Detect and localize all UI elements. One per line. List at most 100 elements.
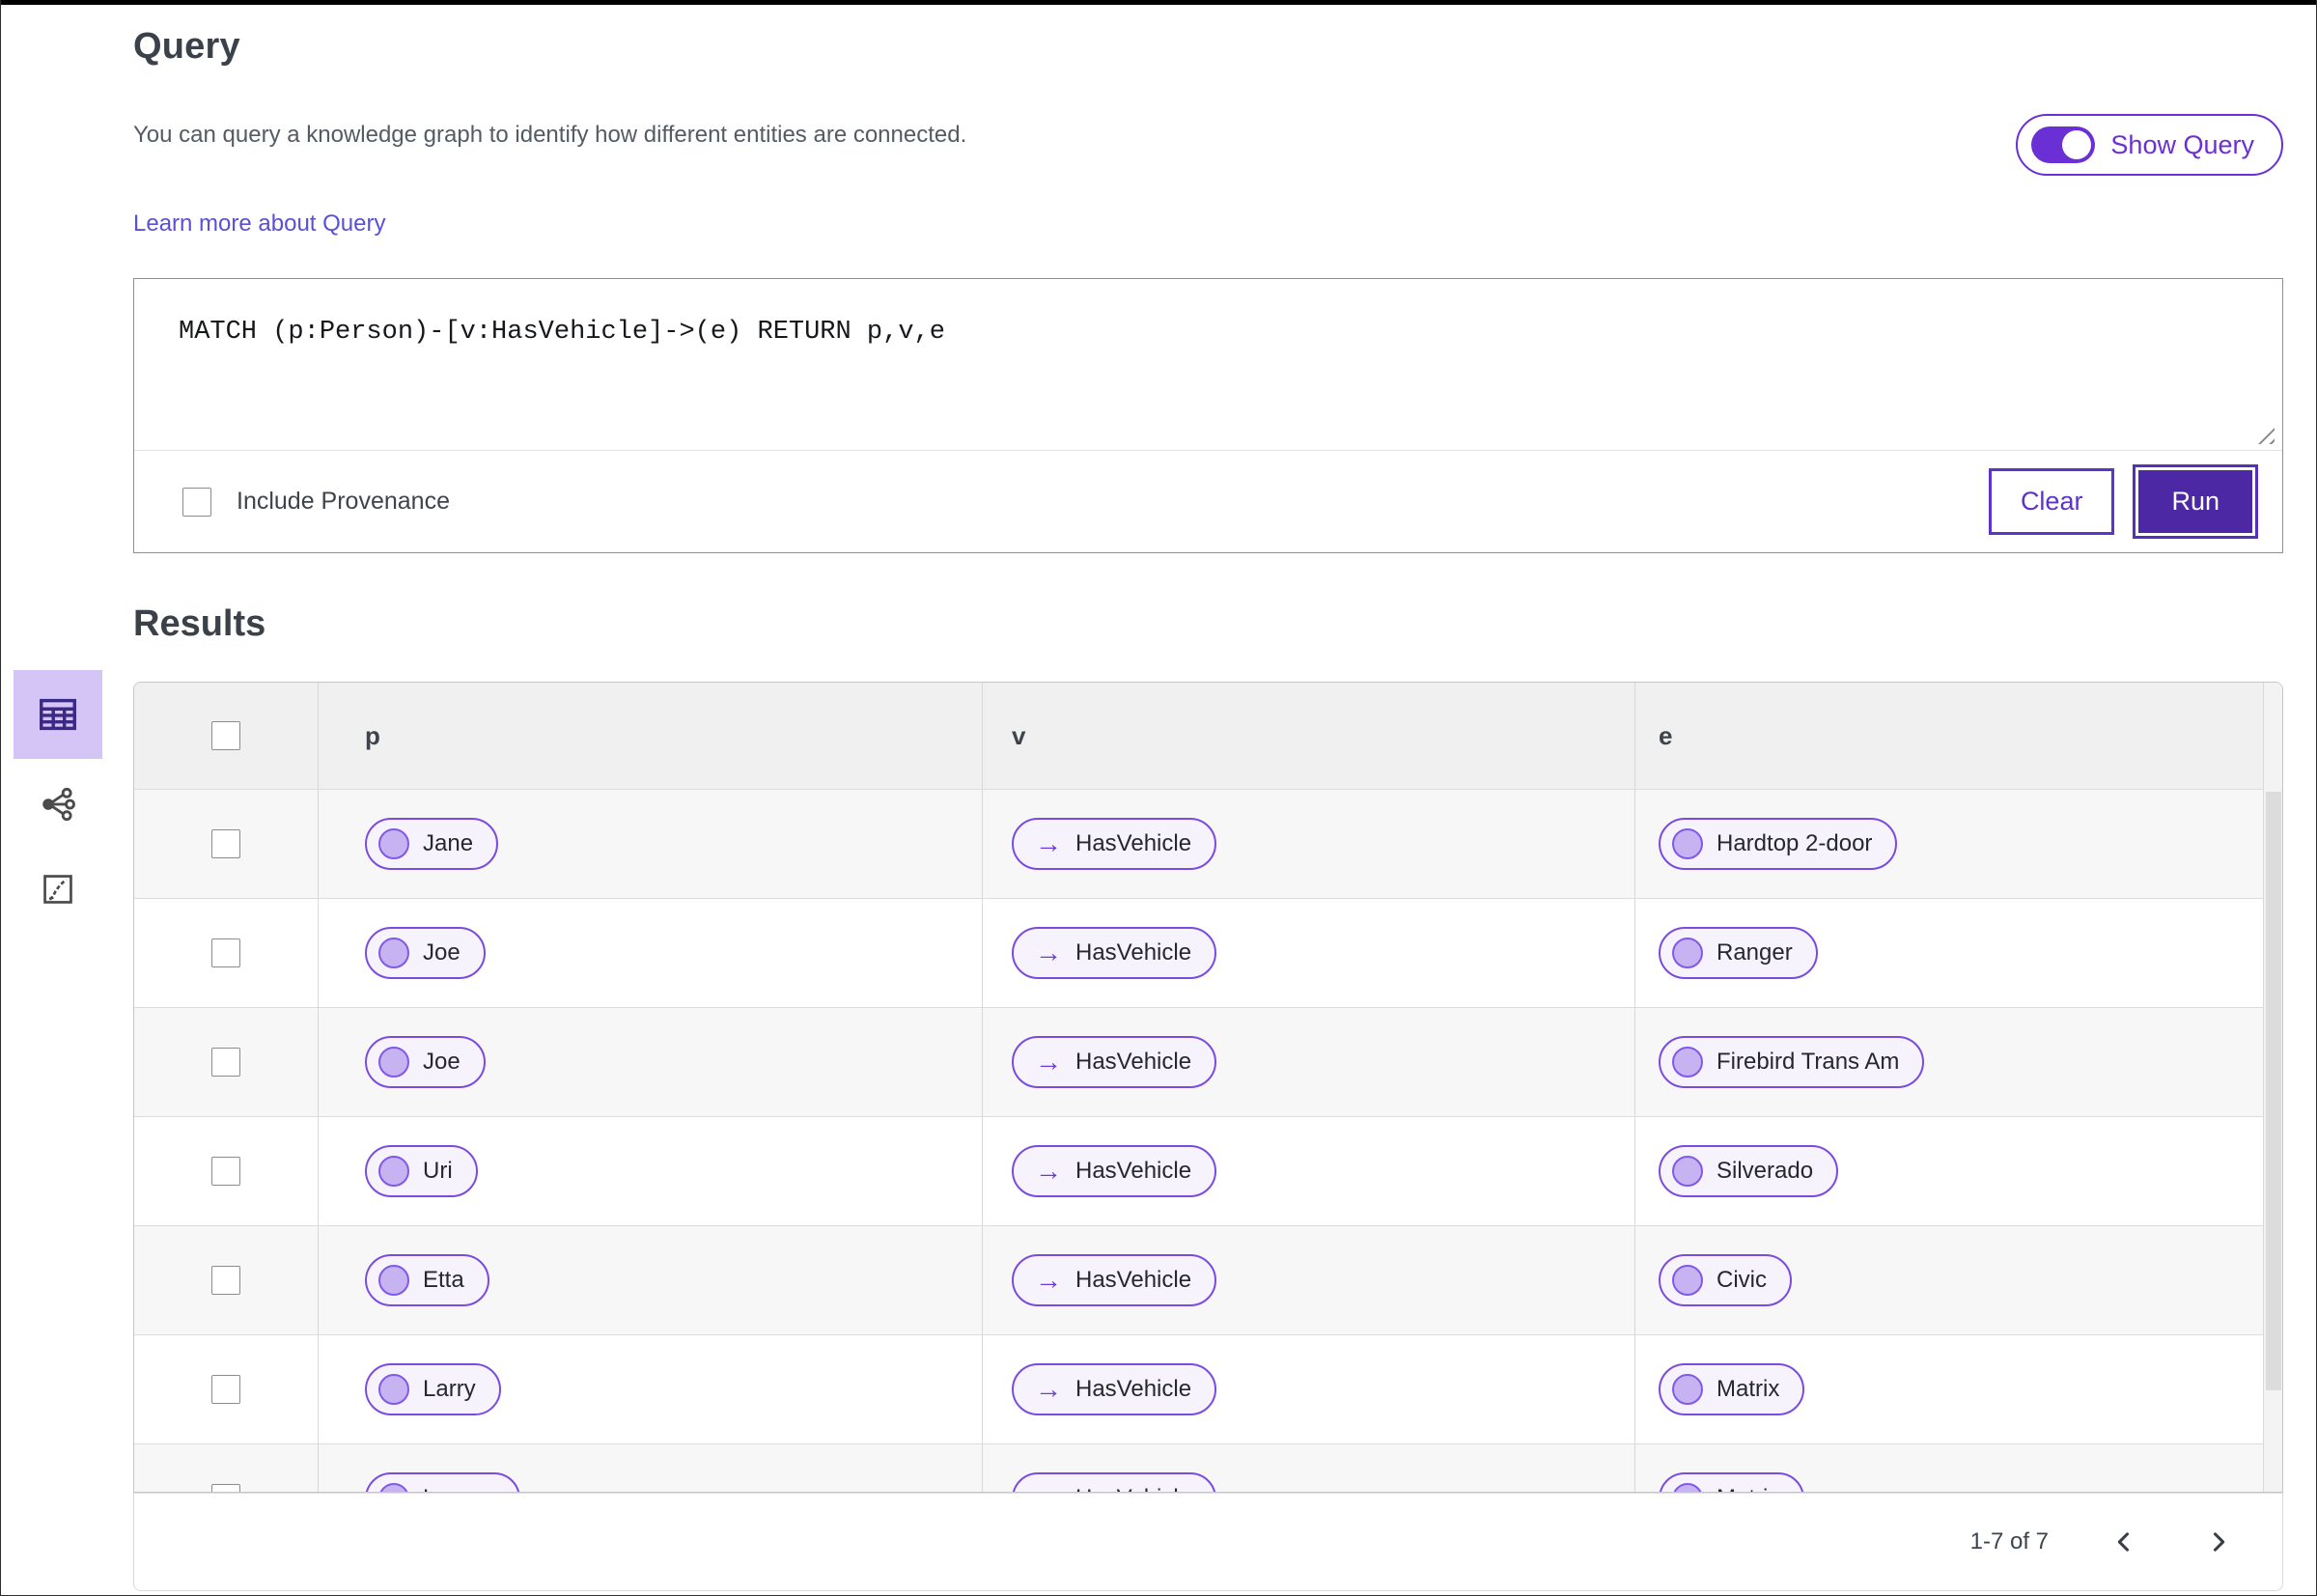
node-circle-icon (1672, 938, 1703, 968)
node-label: Joe (423, 939, 461, 966)
graph-view-icon (42, 787, 75, 822)
node-label: Joe (423, 1049, 461, 1075)
run-button[interactable]: Run (2133, 464, 2258, 539)
edge-pill[interactable]: → HasVehicle (1012, 927, 1217, 979)
node-circle-icon (1672, 1483, 1703, 1492)
arrow-right-icon: → (1035, 1047, 1062, 1077)
edge-label: HasVehicle (1075, 939, 1192, 966)
node-pill[interactable]: Silverado (1659, 1145, 1839, 1197)
table-row: Lauren → HasVehicle Matrix (134, 1443, 2282, 1492)
query-editor-input[interactable]: MATCH (p:Person)-[v:HasVehicle]->(e) RET… (134, 279, 2282, 450)
table-row: Larry → HasVehicle Matrix (134, 1334, 2282, 1443)
edge-pill[interactable]: → HasVehicle (1012, 1145, 1217, 1197)
arrow-right-icon: → (1035, 1156, 1062, 1186)
row-checkbox[interactable] (211, 1266, 240, 1295)
chart-view-tab[interactable] (14, 869, 102, 910)
node-circle-icon (378, 1047, 409, 1078)
table-row: Joe → HasVehicle Ranger (134, 898, 2282, 1007)
include-provenance-checkbox[interactable] (182, 487, 211, 517)
node-pill[interactable]: Larry (365, 1363, 501, 1415)
query-editor-panel: MATCH (p:Person)-[v:HasVehicle]->(e) RET… (133, 278, 2283, 553)
include-provenance-label: Include Provenance (237, 488, 450, 515)
node-circle-icon (378, 938, 409, 968)
chart-view-icon (43, 875, 72, 904)
pagination-range-label: 1-7 of 7 (1969, 1528, 2049, 1554)
column-header-e: e (1634, 683, 2282, 789)
results-title: Results (133, 603, 266, 644)
node-pill[interactable]: Firebird Trans Am (1659, 1036, 1925, 1088)
row-checkbox[interactable] (211, 938, 240, 967)
next-page-button[interactable] (2199, 1523, 2238, 1561)
node-label: Civic (1717, 1267, 1767, 1293)
node-pill[interactable]: Ranger (1659, 927, 1818, 979)
edge-pill[interactable]: → HasVehicle (1012, 818, 1217, 870)
page-title: Query (133, 26, 240, 67)
row-checkbox[interactable] (211, 829, 240, 858)
edge-pill[interactable]: → HasVehicle (1012, 1254, 1217, 1306)
node-circle-icon (1672, 1047, 1703, 1078)
row-checkbox[interactable] (211, 1048, 240, 1077)
table-view-tab[interactable] (14, 670, 102, 759)
chevron-right-icon (2213, 1532, 2225, 1552)
show-query-toggle[interactable]: Show Query (2016, 114, 2283, 176)
node-pill[interactable]: Joe (365, 1036, 486, 1088)
table-row: Jane → HasVehicle Hardtop 2-door (134, 789, 2282, 898)
node-pill[interactable]: Etta (365, 1254, 489, 1306)
node-pill[interactable]: Hardtop 2-door (1659, 818, 1898, 870)
edge-label: HasVehicle (1075, 1158, 1192, 1184)
edge-pill[interactable]: → HasVehicle (1012, 1036, 1217, 1088)
node-label: Lauren (423, 1485, 495, 1492)
row-checkbox[interactable] (211, 1157, 240, 1186)
edge-pill[interactable]: → HasVehicle (1012, 1472, 1217, 1492)
node-label: Ranger (1717, 939, 1793, 966)
arrow-right-icon: → (1035, 1374, 1062, 1404)
learn-more-link[interactable]: Learn more about Query (133, 210, 385, 238)
table-row: Uri → HasVehicle Silverado (134, 1116, 2282, 1225)
arrow-right-icon: → (1035, 938, 1062, 967)
results-table: p v e Jane → HasVehicle Hardtop 2-door J… (133, 682, 2283, 1493)
node-pill[interactable]: Jane (365, 818, 499, 870)
query-description: You can query a knowledge graph to ident… (133, 122, 967, 148)
table-view-icon (40, 698, 76, 731)
edge-label: HasVehicle (1075, 1485, 1191, 1492)
node-pill[interactable]: Matrix (1659, 1472, 1805, 1492)
toggle-switch-icon[interactable] (2031, 126, 2096, 163)
node-circle-icon (1672, 1374, 1703, 1405)
node-circle-icon (1672, 1156, 1703, 1187)
results-view-switcher (13, 670, 103, 954)
node-label: Matrix (1717, 1485, 1779, 1492)
arrow-right-icon: → (1035, 828, 1062, 858)
column-header-v: v (982, 683, 1634, 789)
previous-page-button[interactable] (2105, 1523, 2143, 1561)
node-circle-icon (1672, 828, 1703, 859)
node-label: Matrix (1717, 1376, 1780, 1402)
arrow-right-icon: → (1035, 1265, 1062, 1295)
edge-pill[interactable]: → HasVehicle (1012, 1363, 1217, 1415)
node-label: Etta (423, 1267, 464, 1293)
graph-view-tab[interactable] (14, 784, 102, 825)
node-pill[interactable]: Civic (1659, 1254, 1792, 1306)
node-circle-icon (378, 828, 409, 859)
node-circle-icon (378, 1156, 409, 1187)
node-pill[interactable]: Lauren (365, 1472, 520, 1492)
node-pill[interactable]: Uri (365, 1145, 478, 1197)
row-checkbox[interactable] (211, 1375, 240, 1404)
node-pill[interactable]: Matrix (1659, 1363, 1805, 1415)
table-row: Joe → HasVehicle Firebird Trans Am (134, 1007, 2282, 1116)
node-label: Firebird Trans Am (1717, 1049, 1900, 1075)
chevron-left-icon (2117, 1532, 2130, 1552)
clear-button[interactable]: Clear (1988, 468, 2115, 535)
node-circle-icon (1672, 1265, 1703, 1296)
table-row: Etta → HasVehicle Civic (134, 1225, 2282, 1334)
node-label: Hardtop 2-door (1717, 830, 1873, 856)
vertical-scrollbar[interactable] (2263, 683, 2282, 1492)
node-pill[interactable]: Joe (365, 927, 486, 979)
node-circle-icon (378, 1374, 409, 1405)
column-header-p: p (318, 683, 982, 789)
edge-label: HasVehicle (1075, 1267, 1192, 1293)
node-circle-icon (378, 1483, 409, 1492)
scrollbar-thumb[interactable] (2266, 792, 2281, 1390)
select-all-checkbox[interactable] (211, 721, 240, 750)
show-query-label: Show Query (2110, 129, 2254, 159)
row-checkbox[interactable] (211, 1484, 240, 1492)
